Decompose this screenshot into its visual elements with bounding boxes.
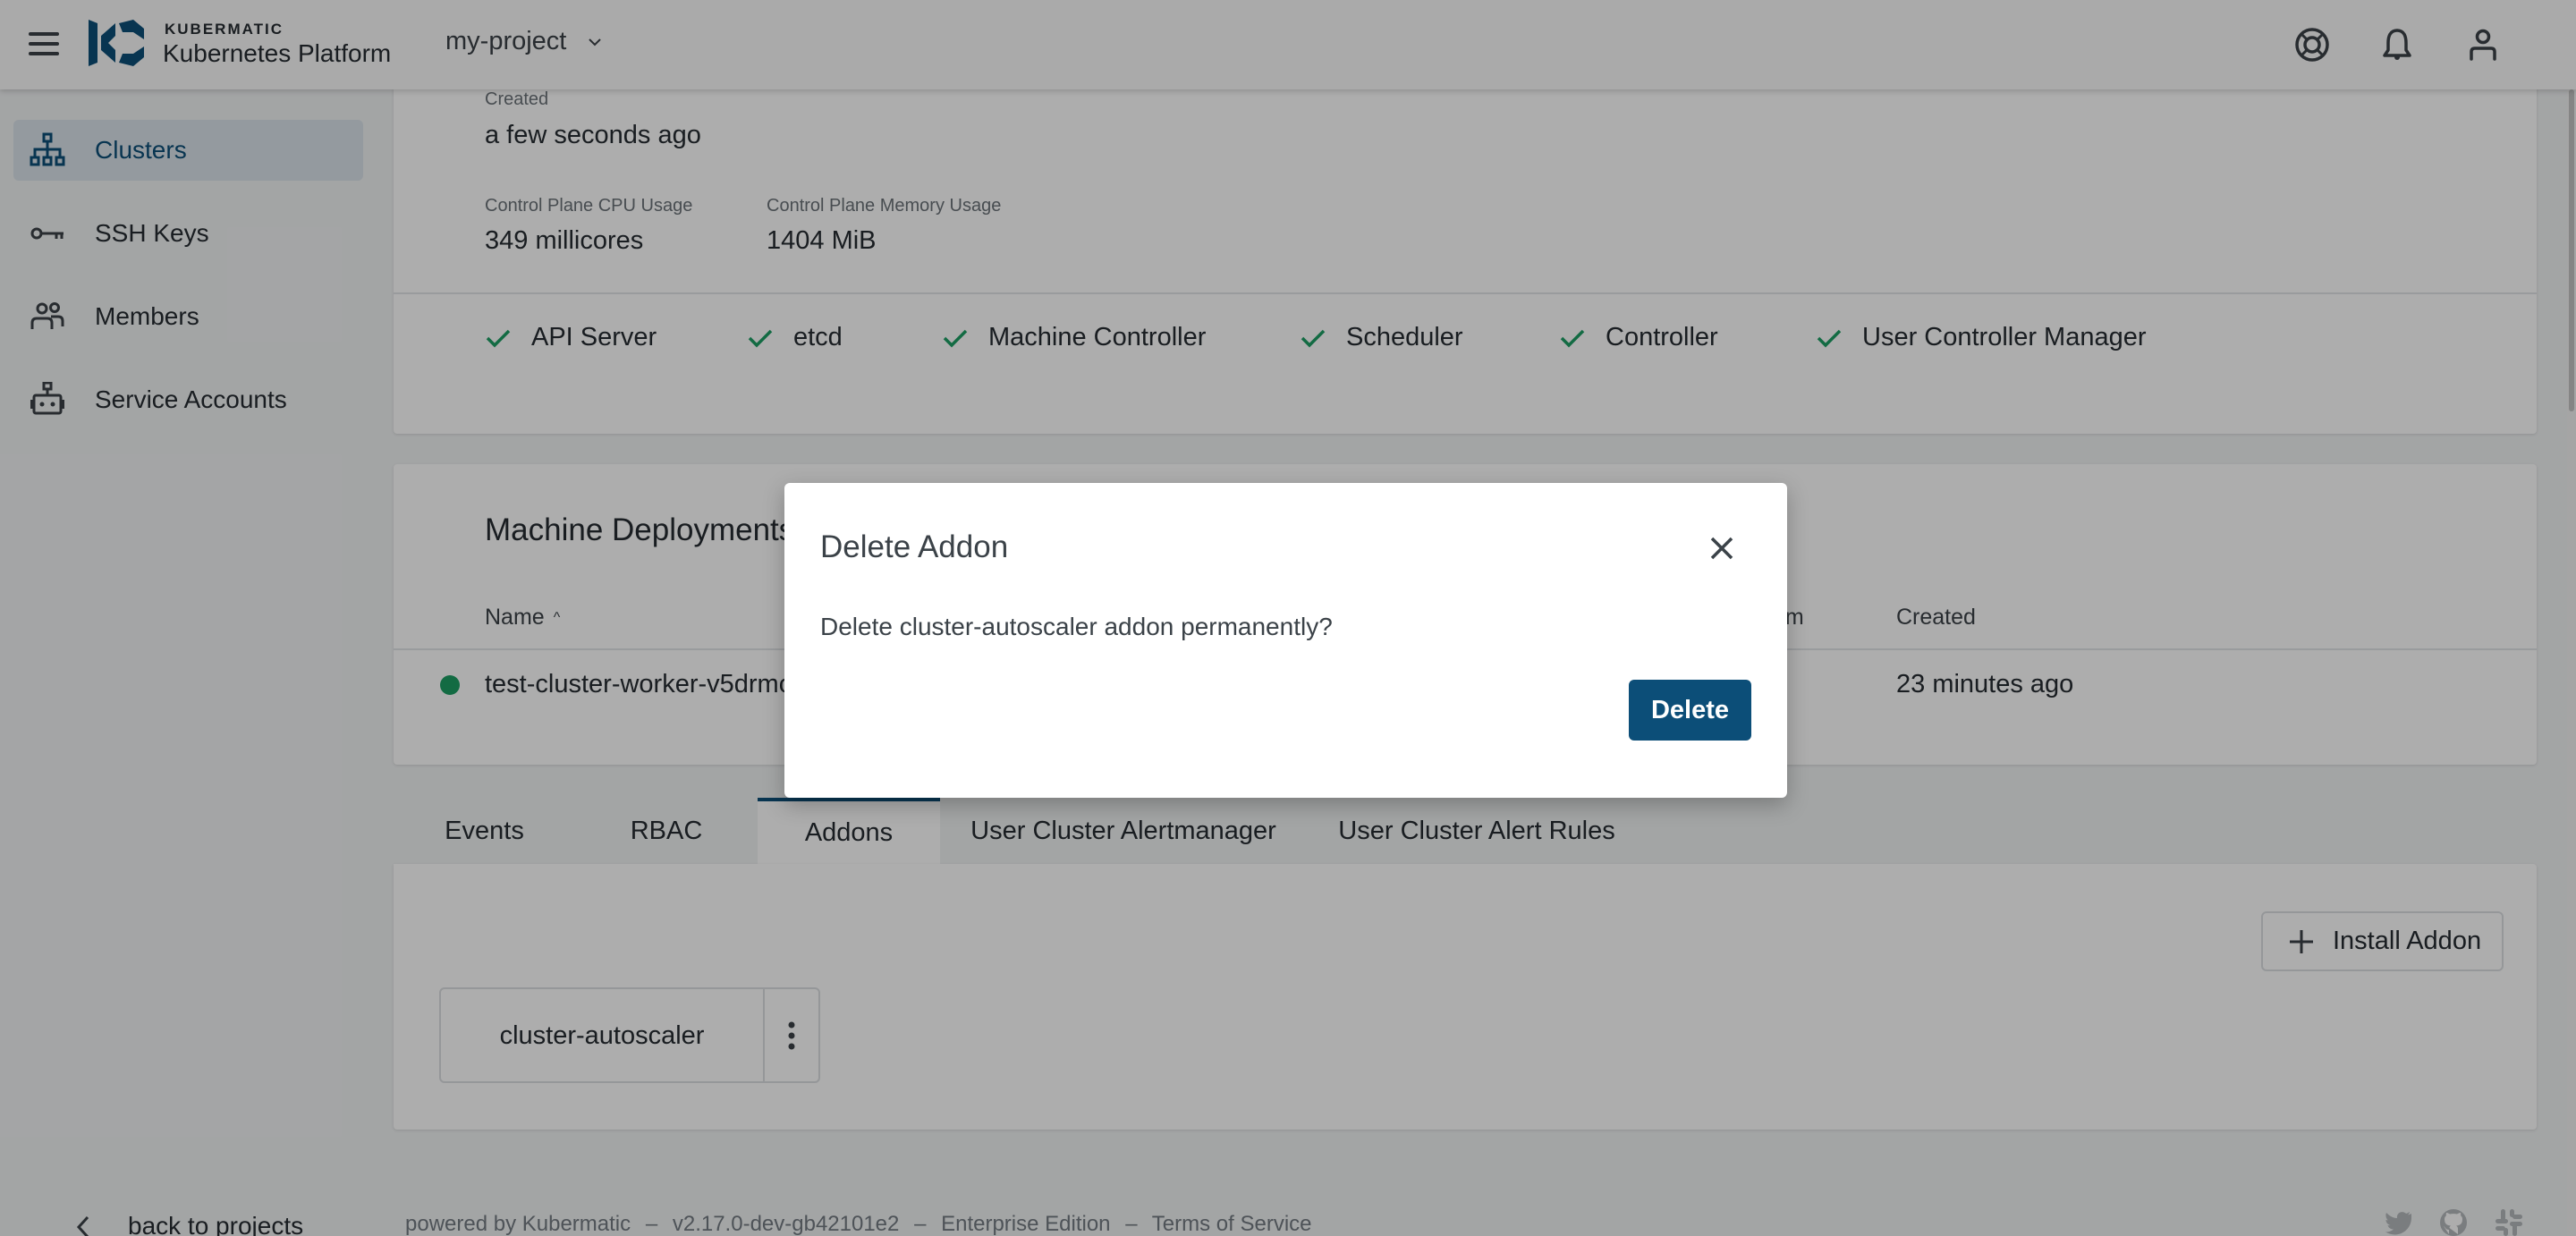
- delete-addon-dialog: Delete Addon Delete cluster-autoscaler a…: [784, 483, 1787, 798]
- dialog-title: Delete Addon: [820, 529, 1009, 564]
- delete-button[interactable]: Delete: [1629, 680, 1751, 741]
- dialog-message: Delete cluster-autoscaler addon permanen…: [820, 613, 1333, 640]
- close-icon[interactable]: [1708, 535, 1735, 562]
